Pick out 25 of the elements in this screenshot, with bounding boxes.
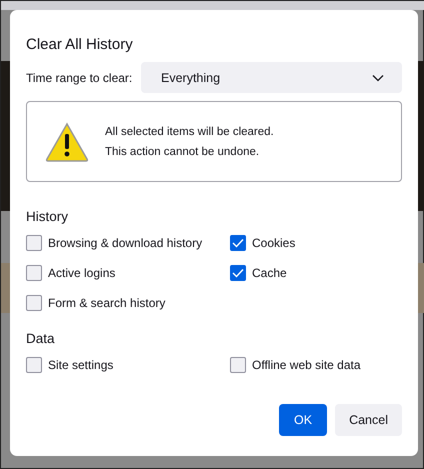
checkbox[interactable] — [230, 235, 246, 251]
cancel-button[interactable]: Cancel — [335, 404, 402, 436]
checkbox[interactable] — [26, 265, 42, 281]
checkbox-label[interactable]: Cache — [252, 266, 287, 280]
checkbox-label[interactable]: Form & search history — [48, 296, 166, 310]
section-heading: History — [26, 209, 70, 224]
checkbox[interactable] — [26, 357, 42, 373]
time-range-dropdown[interactable]: Everything — [141, 62, 402, 93]
checkbox[interactable] — [26, 295, 42, 311]
checkbox[interactable] — [26, 235, 42, 251]
checkbox[interactable] — [230, 357, 246, 373]
checkbox-label[interactable]: Browsing & download history — [48, 236, 202, 250]
checkbox-label[interactable]: Active logins — [48, 266, 116, 280]
dialog-title: Clear All History — [26, 36, 134, 53]
field-label: Time range to clear: — [26, 70, 134, 84]
checkbox-label[interactable]: Cookies — [252, 236, 296, 250]
checkbox[interactable] — [230, 265, 246, 281]
ok-button[interactable]: OK — [279, 404, 328, 436]
checkbox-label[interactable]: Site settings — [48, 358, 114, 372]
checkbox-label[interactable]: Offline web site data — [252, 358, 361, 372]
section-heading: Data — [26, 331, 56, 346]
warning-icon — [45, 122, 89, 162]
warning-text: This action cannot be undone. — [105, 146, 260, 158]
chevron-down-icon — [372, 74, 384, 82]
warning-text: All selected items will be cleared. — [105, 126, 274, 138]
